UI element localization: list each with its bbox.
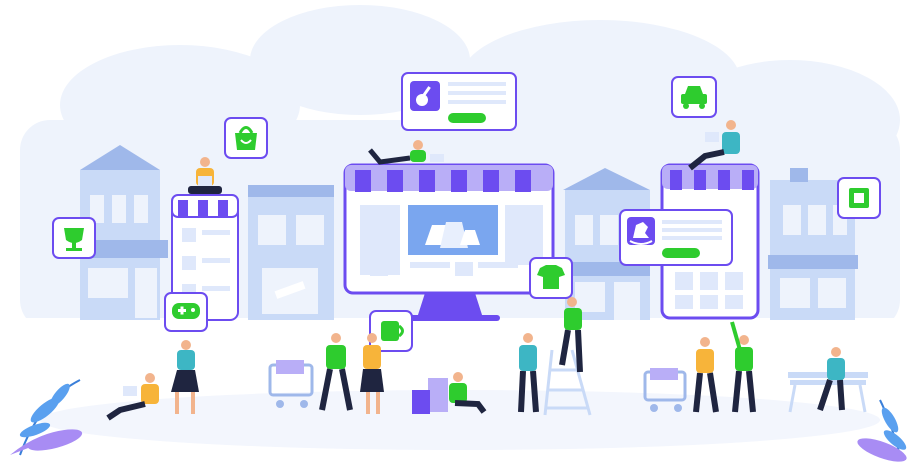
monitor-stand — [417, 293, 483, 318]
badge-microchip — [837, 177, 881, 219]
badge-shopping-bag — [224, 117, 268, 159]
laptop-icon — [198, 176, 212, 186]
microchip-icon — [849, 188, 869, 208]
badge-trophy — [52, 217, 96, 259]
product-card-rocking-horse — [619, 209, 733, 266]
awning-phone-left — [171, 194, 239, 218]
awning-monitor — [345, 165, 553, 192]
badge-gamepad — [164, 292, 208, 332]
shopping-bag-icon — [235, 133, 257, 150]
product-card-guitar — [401, 72, 517, 131]
badge-t-shirt — [529, 257, 573, 299]
badge-car — [671, 76, 717, 118]
awning-phone-right — [662, 165, 758, 190]
ecommerce-illustration — [0, 5, 917, 463]
gamepad-icon — [172, 303, 200, 319]
building-mid-left — [248, 185, 334, 320]
